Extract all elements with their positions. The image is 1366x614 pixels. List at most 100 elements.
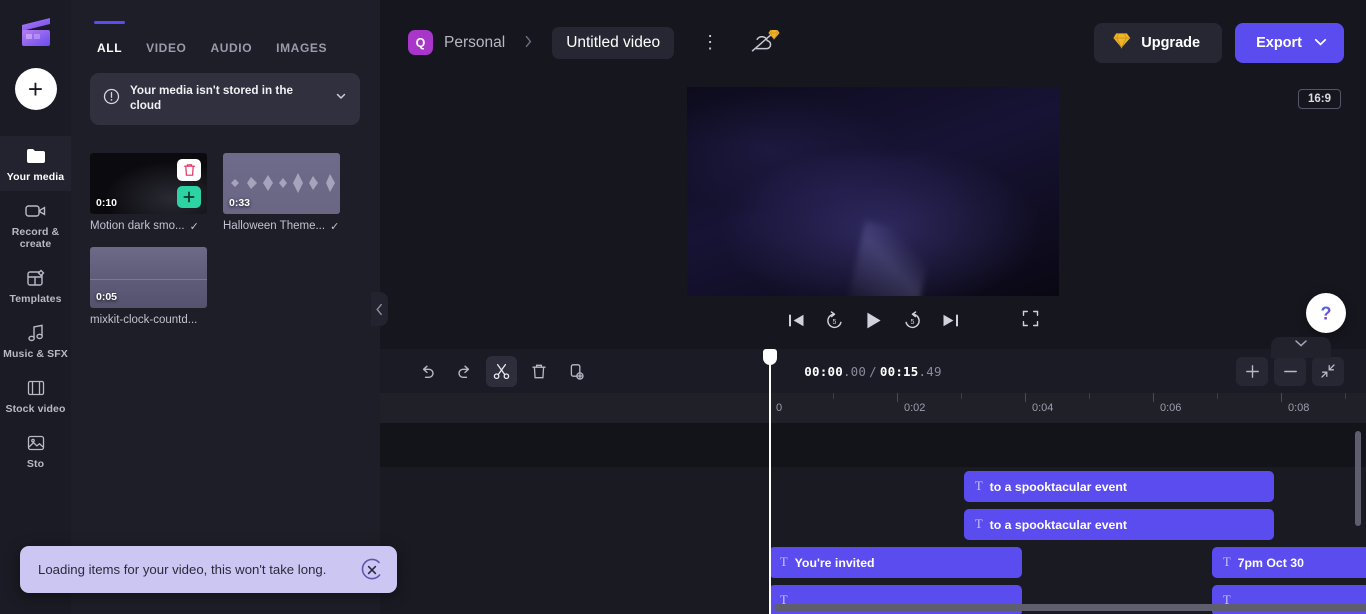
duplicate-button[interactable]	[560, 356, 591, 387]
breadcrumb-workspace[interactable]: Personal	[444, 34, 505, 52]
chevron-right-icon	[516, 35, 541, 51]
edit-tools	[412, 355, 591, 387]
track-row: T to a spooktacular event T prizes to be…	[380, 467, 1366, 505]
rewind-5-icon[interactable]: 5	[825, 311, 844, 330]
main-area: Q Personal Untitled video ⋮ Upgrade Expo…	[380, 0, 1366, 614]
timeline-clip[interactable]: T 7pm Oct 30	[1212, 547, 1366, 578]
tab-all[interactable]: ALL	[93, 21, 126, 58]
rail-item-list: Your media Record & create Templates Mus…	[0, 136, 71, 478]
chevron-down-icon	[1295, 340, 1307, 347]
sidebar-item-your-media[interactable]: Your media	[0, 136, 71, 192]
templates-icon	[25, 267, 47, 289]
export-button[interactable]: Export	[1235, 22, 1344, 63]
tab-images[interactable]: IMAGES	[276, 41, 327, 58]
playhead-handle[interactable]	[763, 349, 777, 365]
header-actions: Upgrade Export	[1094, 22, 1344, 63]
diamond-icon	[1112, 32, 1131, 53]
sidebar-item-label: Sto	[26, 458, 45, 471]
music-note-icon	[25, 322, 47, 344]
media-label: mixkit-clock-countd...	[90, 314, 207, 326]
kebab-menu-icon[interactable]: ⋮	[693, 33, 727, 51]
redo-button[interactable]	[449, 356, 480, 387]
collapse-panel-button[interactable]	[371, 292, 388, 326]
cloud-off-icon[interactable]	[750, 29, 780, 52]
video-preview-canvas[interactable]	[687, 87, 1059, 296]
zoom-in-button[interactable]	[1236, 356, 1268, 386]
add-media-button[interactable]: +	[14, 68, 57, 110]
aspect-ratio-badge[interactable]: 16:9	[1297, 89, 1341, 109]
close-icon[interactable]	[359, 557, 385, 583]
media-tabs: ALL VIDEO AUDIO IMAGES	[71, 21, 380, 58]
timeline-toolbar: 00:00.00/00:15.49	[380, 349, 1366, 393]
check-icon: ✓	[330, 220, 340, 233]
clip-label: to a spooktacular event	[989, 517, 1127, 532]
delete-media-button[interactable]	[177, 158, 201, 181]
timeline-tracks: T to a spooktacular event T prizes to be…	[380, 423, 1366, 614]
tab-audio[interactable]: AUDIO	[210, 41, 252, 58]
image-icon	[25, 432, 47, 454]
sidebar-item-stock-video[interactable]: Stock video	[0, 368, 71, 423]
sidebar-item-music-sfx[interactable]: Music & SFX	[0, 313, 71, 368]
cloud-storage-alert[interactable]: Your media isn't stored in the cloud	[90, 73, 360, 125]
project-title[interactable]: Untitled video	[552, 26, 675, 59]
media-duration: 0:33	[229, 196, 251, 209]
skip-end-icon[interactable]	[942, 313, 959, 328]
split-button[interactable]	[486, 355, 517, 387]
media-panel: ALL VIDEO AUDIO IMAGES Your media isn't …	[71, 0, 380, 614]
timeline-ruler[interactable]: 0 0:02 0:04 0:06 0:08 0:10 0:12 0:14	[380, 393, 1366, 423]
ruler-label: 0	[776, 402, 783, 414]
media-duration: 0:05	[96, 290, 118, 303]
media-thumbnail[interactable]: 0:10	[90, 152, 207, 214]
media-item: 0:05 mixkit-clock-countd...	[90, 246, 207, 326]
chevron-down-icon[interactable]	[334, 89, 348, 108]
svg-text:?: ?	[1321, 303, 1332, 323]
ruler-label: 0:04	[1032, 402, 1054, 414]
avatar[interactable]: Q	[408, 30, 433, 55]
sidebar-item-templates[interactable]: Templates	[0, 258, 71, 313]
text-icon: T	[975, 479, 983, 493]
timecode-display: 00:00.00/00:15.49	[804, 364, 941, 379]
media-thumbnail[interactable]: 0:33	[223, 152, 340, 214]
playhead[interactable]	[763, 349, 777, 614]
sidebar-item-stock-images[interactable]: Sto	[0, 423, 71, 478]
zoom-out-button[interactable]	[1274, 356, 1306, 386]
skip-start-icon[interactable]	[788, 313, 805, 328]
forward-5-icon[interactable]: 5	[903, 311, 922, 330]
sidebar-item-label: Templates	[9, 293, 62, 306]
loading-toast: Loading items for your video, this won't…	[20, 546, 397, 593]
upgrade-label: Upgrade	[1141, 34, 1201, 51]
delete-button[interactable]	[523, 356, 554, 387]
tab-video[interactable]: VIDEO	[146, 41, 186, 58]
timeline-vertical-scrollbar[interactable]	[1355, 431, 1361, 526]
clipchamp-editor: + Your media Record & create Templates M…	[0, 0, 1366, 614]
play-icon[interactable]	[864, 311, 883, 330]
playback-controls: 5 5	[687, 310, 1059, 332]
fullscreen-icon[interactable]	[1022, 310, 1039, 332]
total-time-frac: .49	[918, 363, 942, 379]
media-name-text: Halloween Theme...	[223, 220, 326, 233]
smoke-streak	[846, 220, 934, 296]
media-item: 0:10 Motion dark smo... ✓	[90, 152, 207, 233]
undo-button[interactable]	[412, 356, 443, 387]
timeline-clip[interactable]: T to a spooktacular event	[964, 509, 1274, 540]
upgrade-button[interactable]: Upgrade	[1094, 22, 1223, 63]
timeline-horizontal-scrollbar[interactable]	[774, 604, 1366, 611]
sidebar-item-record-create[interactable]: Record & create	[0, 191, 71, 258]
add-to-timeline-button[interactable]	[177, 185, 201, 208]
media-thumbnail[interactable]: 0:05	[90, 246, 207, 308]
ruler-label: 0:08	[1288, 402, 1310, 414]
question-mark-icon: ?	[1321, 303, 1332, 323]
collapse-timeline-button[interactable]	[1271, 337, 1331, 358]
sidebar-item-label: Record & create	[11, 226, 60, 251]
clip-label: to a spooktacular event	[989, 479, 1127, 494]
export-label: Export	[1256, 34, 1302, 51]
zoom-controls	[1236, 356, 1344, 386]
left-rail: + Your media Record & create Templates M…	[0, 0, 71, 614]
timeline-clip[interactable]: T to a spooktacular event	[964, 471, 1274, 502]
clipchamp-logo-icon	[14, 10, 58, 54]
fit-to-screen-button[interactable]	[1312, 356, 1344, 386]
help-button[interactable]: ?	[1306, 293, 1346, 333]
total-time-main: 00:15	[879, 363, 919, 379]
timeline-clip[interactable]: T You're invited	[769, 547, 1022, 578]
film-strip-icon	[25, 377, 47, 399]
